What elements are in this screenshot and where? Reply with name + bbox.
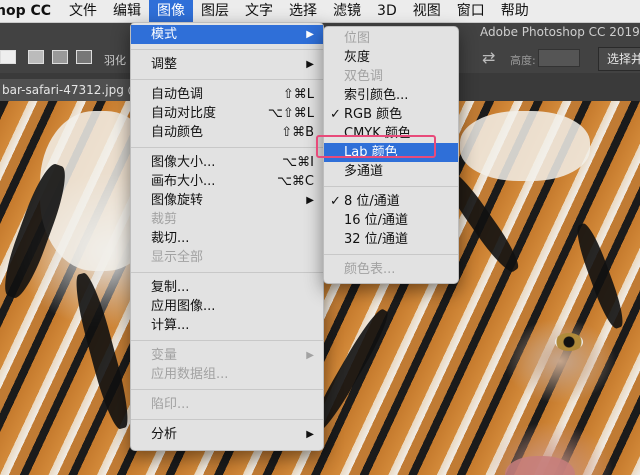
divider [131,272,323,273]
menu-item-image-size[interactable]: 图像大小... ⌥⌘I [131,153,323,172]
mode-grayscale[interactable]: 灰度 [324,48,458,67]
menu-item-adjustments[interactable]: 调整 ▶ [131,55,323,74]
mode-32-bit[interactable]: 32 位/通道 [324,230,458,249]
tiger-stripe [69,270,135,432]
mode-multichannel[interactable]: 多通道 [324,162,458,181]
divider [131,389,323,390]
height-label: 高度: [510,54,536,67]
divider [131,79,323,80]
menu-type[interactable]: 文字 [237,0,281,22]
selection-intersect-icon[interactable] [76,50,92,64]
swap-icon[interactable]: ⇄ [482,48,495,67]
checkmark-icon: ✓ [330,194,341,209]
menu-item-mode[interactable]: 模式 ▶ [131,25,323,44]
menu-item-apply-image[interactable]: 应用图像... [131,297,323,316]
submenu-arrow-icon: ▶ [306,350,314,361]
mode-rgb-color[interactable]: ✓ RGB 颜色 [324,105,458,124]
menu-item-calculations[interactable]: 计算... [131,316,323,335]
selection-subtract-icon[interactable] [52,50,68,64]
menu-filter[interactable]: 滤镜 [325,0,369,22]
menu-help[interactable]: 帮助 [493,0,537,22]
submenu-arrow-icon: ▶ [306,429,314,440]
menu-item-analysis[interactable]: 分析 ▶ [131,425,323,444]
menu-item-reveal-all: 显示全部 [151,250,204,265]
mode-indexed-color[interactable]: 索引颜色... [324,86,458,105]
divider [131,147,323,148]
menu-item-apply-data-set: 应用数据组... [151,367,229,382]
divider [131,49,323,50]
tiger-stripe [571,220,629,332]
submenu-arrow-icon: ▶ [306,59,314,70]
app-menu[interactable]: hop CC [0,3,61,19]
menu-layer[interactable]: 图层 [193,0,237,22]
mode-color-table: 颜色表... [344,262,396,277]
mode-16-bit[interactable]: 16 位/通道 [324,211,458,230]
menu-item-auto-tone[interactable]: 自动色调 ⇧⌘L [131,85,323,104]
menu-image[interactable]: 图像 [149,0,194,22]
mode-duotone: 双色调 [344,69,384,84]
divider [324,186,458,187]
menu-item-trap: 陷印... [151,397,190,412]
menu-item-canvas-size[interactable]: 画布大小... ⌥⌘C [131,172,323,191]
menu-item-duplicate[interactable]: 复制... [131,278,323,297]
tiger-eye [555,333,583,351]
menu-edit[interactable]: 编辑 [105,0,149,22]
document-tab[interactable]: bar-safari-47312.jpg @ [0,79,142,101]
window-title: Adobe Photoshop CC 2019 [480,25,640,39]
menu-window[interactable]: 窗口 [449,0,493,22]
menu-file[interactable]: 文件 [61,0,105,22]
select-and-mask-button[interactable]: 选择并遮 [598,47,640,71]
menu-item-image-rotation[interactable]: 图像旋转 ▶ [131,191,323,210]
tiger-fur-white [460,111,590,181]
menu-bar: hop CC 文件 编辑 图像 图层 文字 选择 滤镜 3D 视图 窗口 帮助 [0,0,640,23]
tiger-nose [505,456,575,475]
selection-new-icon[interactable] [0,50,16,64]
menu-view[interactable]: 视图 [405,0,449,22]
selection-add-icon[interactable] [28,50,44,64]
menu-3d[interactable]: 3D [369,0,405,22]
highlight-annotation [316,135,436,158]
menu-select[interactable]: 选择 [281,0,325,22]
submenu-arrow-icon: ▶ [306,195,314,206]
divider [131,419,323,420]
feather-label: 羽化 [104,54,126,67]
height-input[interactable] [538,49,580,67]
menu-item-variables: 变量 ▶ [151,348,314,363]
divider [324,254,458,255]
mode-8-bit[interactable]: ✓ 8 位/通道 [324,192,458,211]
divider [131,340,323,341]
image-menu: 模式 ▶ 调整 ▶ 自动色调 ⇧⌘L 自动对比度 ⌥⇧⌘L 自动颜色 ⇧⌘B 图像大小..… [130,22,324,451]
menu-item-auto-contrast[interactable]: 自动对比度 ⌥⇧⌘L [131,104,323,123]
menu-item-auto-color[interactable]: 自动颜色 ⇧⌘B [131,123,323,142]
checkmark-icon: ✓ [330,107,341,122]
menu-item-trim[interactable]: 裁切... [131,229,323,248]
submenu-arrow-icon: ▶ [306,29,314,40]
menu-item-crop: 裁剪 [151,212,178,227]
mode-bitmap: 位图 [344,31,371,46]
